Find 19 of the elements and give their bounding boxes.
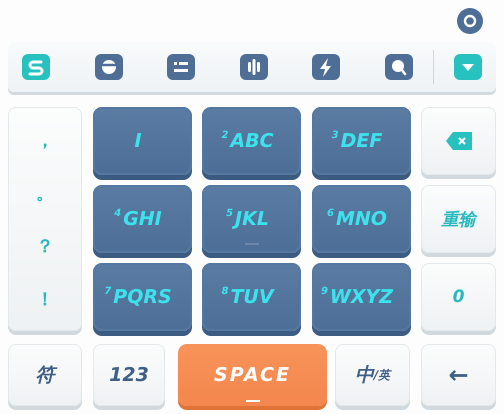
lightning-icon[interactable] [312,54,340,80]
key[interactable]: 重输 [421,185,496,253]
key[interactable]: 0 [421,263,496,331]
space-key[interactable]: SPACE [178,344,327,406]
punctuation-mark[interactable]: ！ [36,286,54,310]
key[interactable]: 123 [93,344,165,406]
search-icon[interactable] [384,54,413,80]
letter-key[interactable]: I [92,107,192,175]
key[interactable]: 符 [8,344,82,406]
sound-bars-icon[interactable] [240,54,268,80]
ring-icon[interactable] [457,8,483,34]
list-icon[interactable] [167,54,196,80]
punctuation-mark[interactable]: 。 [36,180,54,204]
punctuation-mark[interactable]: ？ [36,234,54,258]
smiley-icon[interactable] [94,54,123,80]
backspace-icon [446,132,472,150]
punctuation-mark[interactable]: ， [36,128,54,152]
key[interactable]: ← [421,344,496,406]
punctuation-key[interactable]: ， 。 ？ ！ [8,107,82,331]
